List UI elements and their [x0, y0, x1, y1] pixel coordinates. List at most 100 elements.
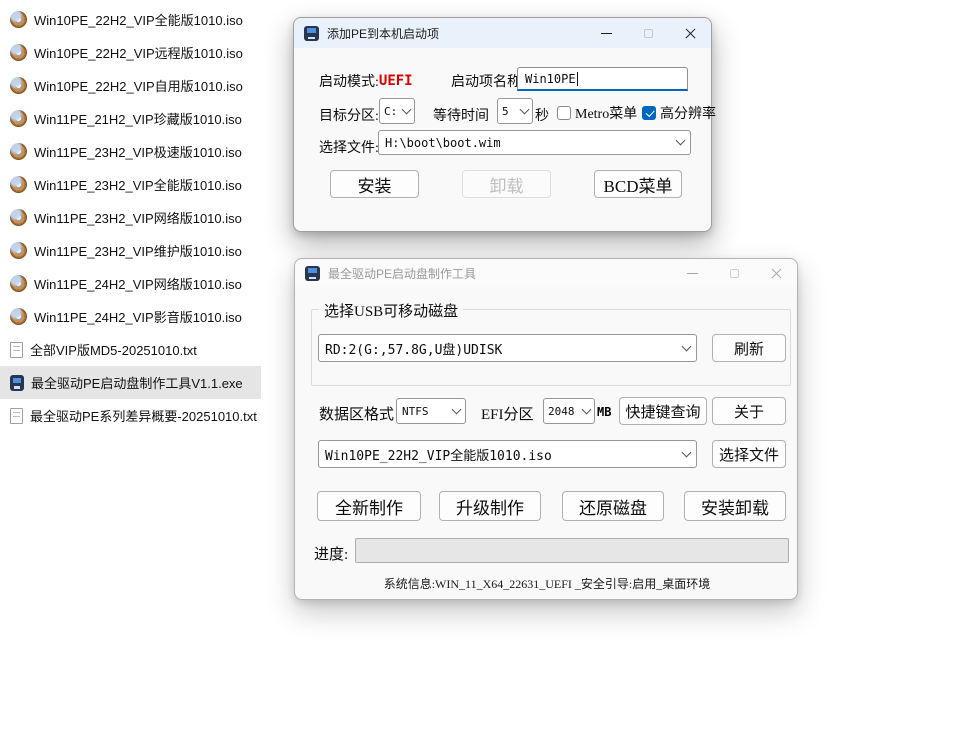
window-title: 添加PE到本机启动项	[327, 25, 439, 42]
file-item[interactable]: Win11PE_21H2_VIP珍藏版1010.iso	[0, 102, 260, 135]
file-item[interactable]: Win10PE_22H2_VIP全能版1010.iso	[0, 3, 261, 36]
file-name: Win10PE_22H2_VIP全能版1010.iso	[34, 10, 243, 29]
file-name: Win11PE_24H2_VIP网络版1010.iso	[34, 274, 242, 293]
minimize-icon	[601, 33, 612, 34]
disc-icon	[10, 143, 27, 160]
install-uninstall-button[interactable]: 安装卸载	[684, 491, 786, 521]
text-file-icon	[10, 408, 23, 424]
file-name: 最全驱动PE启动盘制作工具V1.1.exe	[31, 373, 243, 392]
pe-disk-maker-dialog: 最全驱动PE启动盘制作工具 选择USB可移动磁盘 RD:2(G:,57.8G,U…	[294, 258, 798, 600]
chevron-down-icon	[582, 404, 592, 414]
disc-icon	[10, 242, 27, 259]
file-name: Win11PE_23H2_VIP网络版1010.iso	[34, 208, 242, 227]
disc-icon	[10, 176, 27, 193]
checkbox-unchecked	[557, 106, 571, 120]
system-info-status: 系统信息:WIN_11_X64_22631_UEFI _安全引导:启用_桌面环境	[295, 575, 799, 592]
entry-name-value: Win10PE	[525, 72, 576, 86]
uninstall-button: 卸载	[462, 170, 551, 198]
file-item[interactable]: Win11PE_23H2_VIP全能版1010.iso	[0, 168, 260, 201]
choose-file-button[interactable]: 选择文件	[712, 440, 786, 468]
file-item[interactable]: Win11PE_24H2_VIP影音版1010.iso	[0, 300, 260, 333]
usb-drive-icon	[305, 266, 320, 281]
file-name: Win11PE_21H2_VIP珍藏版1010.iso	[34, 109, 242, 128]
file-select-label: 选择文件:	[319, 137, 379, 157]
file-name: Win11PE_23H2_VIP极速版1010.iso	[34, 142, 242, 161]
file-name: 最全驱动PE系列差异概要-20251010.txt	[30, 406, 257, 425]
disc-icon	[10, 44, 27, 61]
file-item[interactable]: Win11PE_24H2_VIP网络版1010.iso	[0, 267, 260, 300]
wait-time-select[interactable]: 5	[497, 98, 533, 124]
file-item[interactable]: Win11PE_23H2_VIP维护版1010.iso	[0, 234, 260, 267]
refresh-button[interactable]: 刷新	[712, 334, 786, 362]
target-partition-label: 目标分区:	[319, 105, 379, 125]
hotkey-query-button[interactable]: 快捷键查询	[619, 397, 707, 425]
disc-icon	[10, 11, 27, 28]
disc-icon	[10, 110, 27, 127]
usb-drive-icon	[304, 26, 319, 41]
install-button[interactable]: 安装	[330, 170, 419, 198]
wait-time-label: 等待时间	[433, 105, 489, 125]
file-item[interactable]: Win11PE_23H2_VIP网络版1010.iso	[0, 201, 260, 234]
titlebar[interactable]: 最全驱动PE启动盘制作工具	[295, 259, 797, 287]
add-boot-entry-dialog: 添加PE到本机启动项 启动模式:UEFI 启动项名称: Win10PE 目标分区…	[293, 17, 712, 232]
chevron-down-icon	[520, 104, 530, 114]
close-button[interactable]	[755, 259, 797, 287]
window-controls	[671, 259, 797, 287]
maximize-icon	[644, 29, 653, 38]
file-item[interactable]: 全部VIP版MD5-20251010.txt	[0, 333, 215, 366]
file-item-selected[interactable]: 最全驱动PE启动盘制作工具V1.1.exe	[0, 366, 261, 399]
file-item[interactable]: Win10PE_22H2_VIP自用版1010.iso	[0, 69, 261, 102]
disc-icon	[10, 77, 27, 94]
disc-icon	[10, 308, 27, 325]
hidpi-label: 高分辨率	[660, 103, 716, 123]
iso-file-select[interactable]: Win10PE_22H2_VIP全能版1010.iso	[318, 440, 697, 468]
format-select[interactable]: NTFS	[396, 398, 466, 424]
bcd-menu-button[interactable]: BCD菜单	[594, 170, 682, 198]
boot-mode-label: 启动模式:	[319, 71, 379, 91]
wait-time-unit: 秒	[535, 105, 549, 125]
hidpi-checkbox[interactable]: 高分辨率	[642, 103, 716, 123]
efi-size-select[interactable]: 2048	[543, 398, 595, 424]
window-controls	[585, 18, 711, 48]
chevron-down-icon	[676, 136, 686, 146]
file-item[interactable]: Win11PE_23H2_VIP极速版1010.iso	[0, 135, 260, 168]
target-partition-select[interactable]: C:	[379, 98, 415, 124]
efi-unit-label: MB	[597, 405, 611, 419]
maximize-button	[627, 18, 669, 48]
wim-file-select[interactable]: H:\boot\boot.wim	[378, 130, 691, 155]
file-item[interactable]: Win10PE_22H2_VIP远程版1010.iso	[0, 36, 261, 69]
disc-icon	[10, 209, 27, 226]
file-name: Win11PE_24H2_VIP影音版1010.iso	[34, 307, 242, 326]
chevron-down-icon	[682, 341, 692, 351]
text-file-icon	[10, 342, 23, 358]
about-button[interactable]: 关于	[712, 397, 786, 425]
close-button[interactable]	[669, 18, 711, 48]
make-new-button[interactable]: 全新制作	[317, 491, 421, 521]
metro-menu-checkbox[interactable]: Metro菜单	[557, 103, 637, 123]
disc-icon	[10, 275, 27, 292]
file-name: Win10PE_22H2_VIP自用版1010.iso	[34, 76, 243, 95]
file-item[interactable]: 最全驱动PE系列差异概要-20251010.txt	[0, 399, 275, 432]
checkbox-checked	[642, 106, 656, 120]
maximize-icon	[730, 269, 739, 278]
minimize-button[interactable]	[671, 259, 713, 287]
usb-app-icon	[10, 375, 24, 391]
usb-disk-select[interactable]: RD:2(G:,57.8G,U盘)UDISK	[318, 334, 697, 362]
usb-group-label: 选择USB可移动磁盘	[319, 300, 463, 321]
chevron-down-icon	[402, 104, 412, 114]
file-name: Win11PE_23H2_VIP全能版1010.iso	[34, 175, 242, 194]
window-title: 最全驱动PE启动盘制作工具	[328, 265, 476, 282]
upgrade-make-button[interactable]: 升级制作	[439, 491, 541, 521]
file-name: 全部VIP版MD5-20251010.txt	[30, 340, 197, 359]
progress-label: 进度:	[314, 543, 348, 564]
efi-partition-label: EFI分区	[481, 403, 534, 424]
chevron-down-icon	[452, 404, 462, 414]
entry-name-label: 启动项名称:	[451, 71, 525, 91]
titlebar[interactable]: 添加PE到本机启动项	[294, 18, 711, 48]
restore-disk-button[interactable]: 还原磁盘	[562, 491, 664, 521]
minimize-icon	[687, 273, 698, 274]
minimize-button[interactable]	[585, 18, 627, 48]
progress-bar	[355, 538, 789, 563]
chevron-down-icon	[682, 447, 692, 457]
entry-name-input[interactable]: Win10PE	[517, 67, 688, 91]
